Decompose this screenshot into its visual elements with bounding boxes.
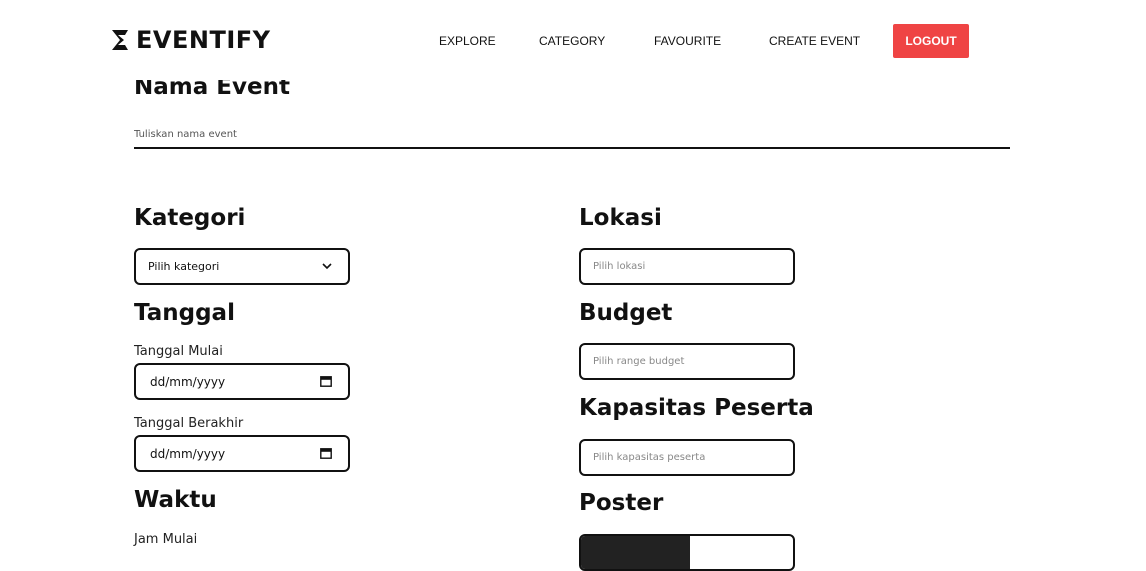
category-select[interactable]: Pilih kategori: [134, 248, 350, 285]
nav-explore[interactable]: EXPLORE: [439, 34, 496, 48]
end-date-value: dd/mm/yyyy: [150, 446, 226, 461]
capacity-placeholder: Pilih kapasitas peserta: [593, 452, 706, 463]
date-title: Tanggal: [134, 300, 235, 326]
start-date-input[interactable]: dd/mm/yyyy: [134, 363, 350, 400]
location-input[interactable]: Pilih lokasi: [579, 248, 795, 285]
poster-choose-file-button[interactable]: [581, 536, 690, 569]
poster-file-input[interactable]: [579, 534, 795, 571]
chevron-down-icon: [322, 263, 332, 270]
category-title: Kategori: [134, 205, 246, 231]
logout-button[interactable]: LOGOUT: [893, 24, 969, 58]
calendar-icon[interactable]: [320, 376, 332, 387]
location-title: Lokasi: [579, 205, 662, 231]
nav-favourite[interactable]: FAVOURITE: [654, 34, 721, 48]
navbar: EVENTIFY EXPLORE CATEGORY FAVOURITE CREA…: [0, 0, 1146, 80]
end-date-input[interactable]: dd/mm/yyyy: [134, 435, 350, 472]
eventify-logo-icon: [112, 30, 128, 50]
brand-logo[interactable]: EVENTIFY: [108, 26, 271, 54]
capacity-title: Kapasitas Peserta: [579, 395, 814, 421]
start-date-label: Tanggal Mulai: [134, 344, 223, 359]
location-placeholder: Pilih lokasi: [593, 261, 646, 272]
start-date-value: dd/mm/yyyy: [150, 374, 226, 389]
budget-placeholder: Pilih range budget: [593, 356, 685, 367]
capacity-input[interactable]: Pilih kapasitas peserta: [579, 439, 795, 476]
end-date-label: Tanggal Berakhir: [134, 416, 244, 431]
time-title: Waktu: [134, 487, 217, 513]
budget-input[interactable]: Pilih range budget: [579, 343, 795, 380]
poster-title: Poster: [579, 490, 664, 516]
event-name-input[interactable]: [134, 121, 1010, 149]
brand-name: EVENTIFY: [136, 26, 271, 54]
calendar-icon[interactable]: [320, 448, 332, 459]
nav-create-event[interactable]: CREATE EVENT: [769, 34, 860, 48]
budget-title: Budget: [579, 300, 673, 326]
start-time-label: Jam Mulai: [134, 532, 198, 547]
category-select-value: Pilih kategori: [148, 260, 220, 273]
nav-category[interactable]: CATEGORY: [539, 34, 605, 48]
